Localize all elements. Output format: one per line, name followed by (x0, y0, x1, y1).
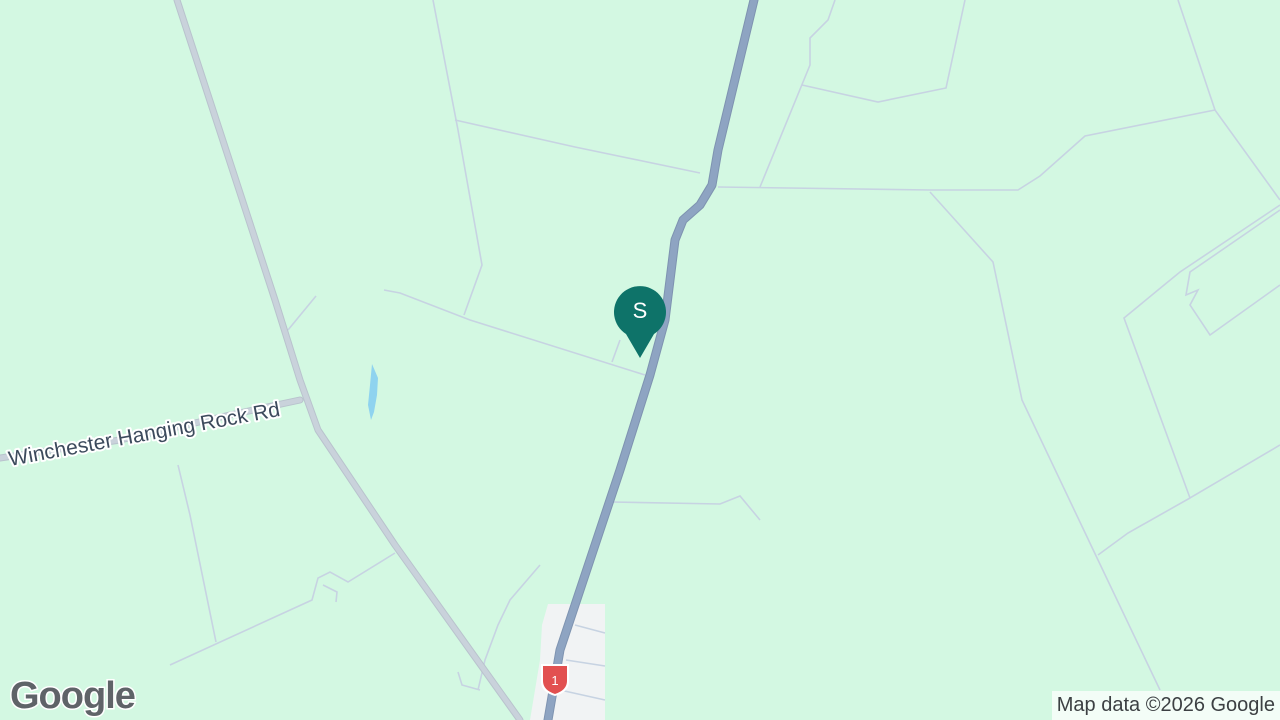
land-background (0, 0, 1280, 720)
route-shield-number: 1 (551, 673, 558, 688)
map-attribution[interactable]: Map data ©2026 Google (1051, 691, 1280, 720)
map-canvas[interactable]: Winchester Hanging Rock Rd 1 S (0, 0, 1280, 720)
google-logo: Google (9, 675, 138, 718)
marker-letter: S (633, 298, 648, 323)
